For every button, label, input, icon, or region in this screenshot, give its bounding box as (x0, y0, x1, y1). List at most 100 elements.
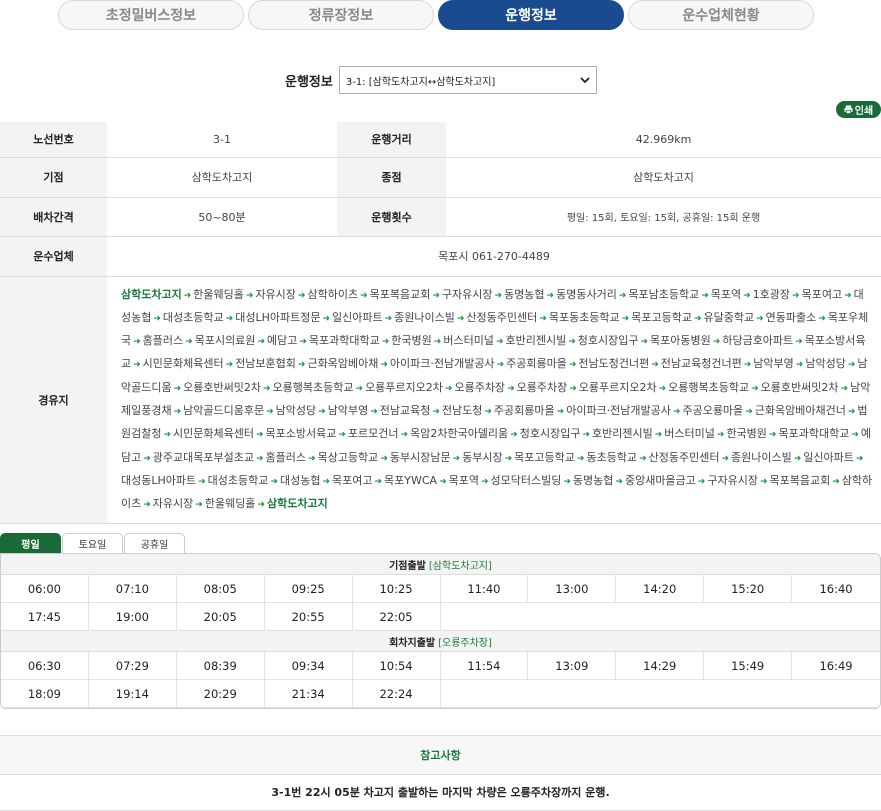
stop-item: 삼학하이츠 (307, 287, 359, 301)
stop-item: 구자유시장 (707, 473, 758, 487)
stop-item: 전남교육청 (379, 403, 431, 417)
stop-item: 아이파크·전남개발공사 (566, 403, 671, 417)
empty-cell (616, 603, 705, 631)
day-tab-2[interactable]: 공휴일 (124, 533, 185, 553)
stop-item: 유달중학교 (703, 310, 755, 324)
arrow-right-icon: ➜ (712, 337, 721, 348)
arrow-right-icon: ➜ (855, 453, 864, 464)
arrow-right-icon: ➜ (847, 406, 856, 417)
arrow-right-icon: ➜ (257, 337, 265, 348)
arrow-right-icon: ➜ (355, 383, 364, 394)
stop-item: 오룡행복초등학교 (272, 380, 354, 394)
departure-time: 19:00 (88, 603, 177, 631)
company-value: 목포시 061-270-4489 (107, 236, 881, 277)
departure-time: 08:39 (176, 652, 265, 680)
departure-time: 22:05 (352, 603, 441, 631)
note-title: 참고사항 (0, 735, 881, 775)
arrow-right-icon: ➜ (818, 313, 826, 324)
stop-item: 목포고등학교 (514, 450, 575, 464)
arrow-right-icon: ➜ (716, 430, 725, 441)
stop-item: 남악성당 (275, 403, 317, 417)
day-tab-0[interactable]: 평일 (0, 533, 61, 553)
stop-item: 예담고 (266, 334, 298, 348)
stop-item: 자유시장 (255, 287, 296, 301)
arrow-right-icon: ➜ (297, 290, 306, 301)
departure-time: 13:09 (528, 652, 617, 680)
arrow-right-icon: ➜ (225, 360, 234, 371)
day-tabs: 평일 토요일 공휴일 (0, 533, 186, 553)
stop-item: 대성동LH아파트 (121, 473, 197, 487)
main-tabs: 초정밀버스정보 정류장정보 운행정보 운수업체현황 (58, 0, 814, 30)
print-label: 인쇄 (854, 106, 874, 117)
empty-cell (440, 603, 529, 631)
tab-3[interactable]: 운수업체현황 (628, 0, 814, 30)
arrow-right-icon: ➜ (380, 453, 388, 464)
arrow-right-icon: ➜ (568, 337, 576, 348)
arrow-right-icon: ➜ (263, 383, 271, 394)
stop-item: 남악부영 (327, 403, 369, 417)
interval-value: 50~80분 (107, 197, 337, 237)
stop-item: 목포고등학교 (631, 310, 692, 324)
arrow-right-icon: ➜ (743, 360, 752, 371)
arrow-right-icon: ➜ (701, 290, 709, 301)
arrow-right-icon: ➜ (693, 313, 702, 324)
arrow-right-icon: ➜ (756, 313, 764, 324)
arrow-right-icon: ➜ (480, 476, 489, 487)
arrow-right-icon: ➜ (484, 406, 492, 417)
departure-time: 11:40 (440, 575, 529, 603)
arrow-right-icon: ➜ (721, 453, 729, 464)
stop-item: 전남도청 (441, 403, 483, 417)
day-tab-1[interactable]: 토요일 (62, 533, 123, 553)
stop-item: 목포여고 (331, 473, 373, 487)
arrow-right-icon: ➜ (743, 290, 751, 301)
stop-item: 연동파출소 (765, 310, 817, 324)
print-button[interactable]: 인쇄 (836, 101, 881, 118)
arrow-right-icon: ➜ (198, 476, 206, 487)
stop-item: 종원나이스빌 (394, 310, 455, 324)
stop-item: 목포복음교회 (769, 473, 831, 487)
arrow-right-icon: ➜ (768, 430, 777, 441)
departure-time: 19:14 (88, 680, 177, 708)
stop-item: 중앙새마을금고 (624, 473, 696, 487)
arrow-right-icon: ➜ (504, 453, 513, 464)
arrow-right-icon: ➜ (338, 430, 346, 441)
departure-time: 09:34 (264, 652, 353, 680)
stop-item: 전남도청건너편 (578, 357, 650, 371)
arrow-right-icon: ➜ (847, 360, 856, 371)
tab-1[interactable]: 정류장정보 (248, 0, 434, 30)
departure-time: 06:00 (1, 575, 89, 603)
arrow-right-icon: ➜ (322, 476, 330, 487)
stop-item: 시민문화체육센터 (173, 427, 254, 441)
arrow-right-icon: ➜ (322, 313, 330, 324)
stop-item: 목상고등학교 (317, 450, 379, 464)
tab-0[interactable]: 초정밀버스정보 (58, 0, 244, 30)
departure-time: 15:20 (704, 575, 793, 603)
stop-item: 대성농협 (279, 473, 321, 487)
departure-time: 14:29 (616, 652, 705, 680)
stop-item: 일신아파트 (332, 310, 383, 324)
arrow-right-icon: ➜ (360, 290, 368, 301)
interval-label: 배차간격 (0, 197, 107, 237)
arrow-right-icon: ➜ (640, 337, 649, 348)
stop-item: 대성LH아파트정문 (235, 310, 321, 324)
route-select[interactable]: 3-1: [삼학도차고지↔삼학도차고지] (338, 66, 597, 94)
trips-value: 평일: 15회, 토요일: 15회, 공휴일: 15회 운행 (446, 197, 881, 237)
arrow-right-icon: ➜ (297, 360, 306, 371)
arrow-right-icon: ➜ (832, 476, 840, 487)
arrow-right-icon: ➜ (143, 500, 151, 511)
departure-time: 07:10 (88, 575, 177, 603)
stop-item: 광주교대목포부설초교 (152, 450, 254, 464)
arrow-right-icon: ➜ (568, 360, 577, 371)
schedule-grid: 06:30 07:29 08:39 09:34 10:54 11:54 13:09 14:29… (1, 652, 880, 708)
empty-cell (792, 603, 880, 631)
tab-2[interactable]: 운행정보 (438, 0, 624, 30)
stop-item: 목포소방서육교 (265, 427, 337, 441)
end-value: 삼학도차고지 (446, 157, 881, 198)
stop-item: 오룡행복초등학교 (668, 380, 750, 394)
stop-item: 주공오룡마을 (682, 403, 744, 417)
stop-item: 포르모건너 (347, 427, 399, 441)
schedule-header-place: [오룡주차장] (438, 637, 492, 649)
stop-item: 동명농협 (572, 473, 614, 487)
arrow-right-icon: ➜ (173, 383, 182, 394)
arrow-right-icon: ➜ (452, 453, 461, 464)
